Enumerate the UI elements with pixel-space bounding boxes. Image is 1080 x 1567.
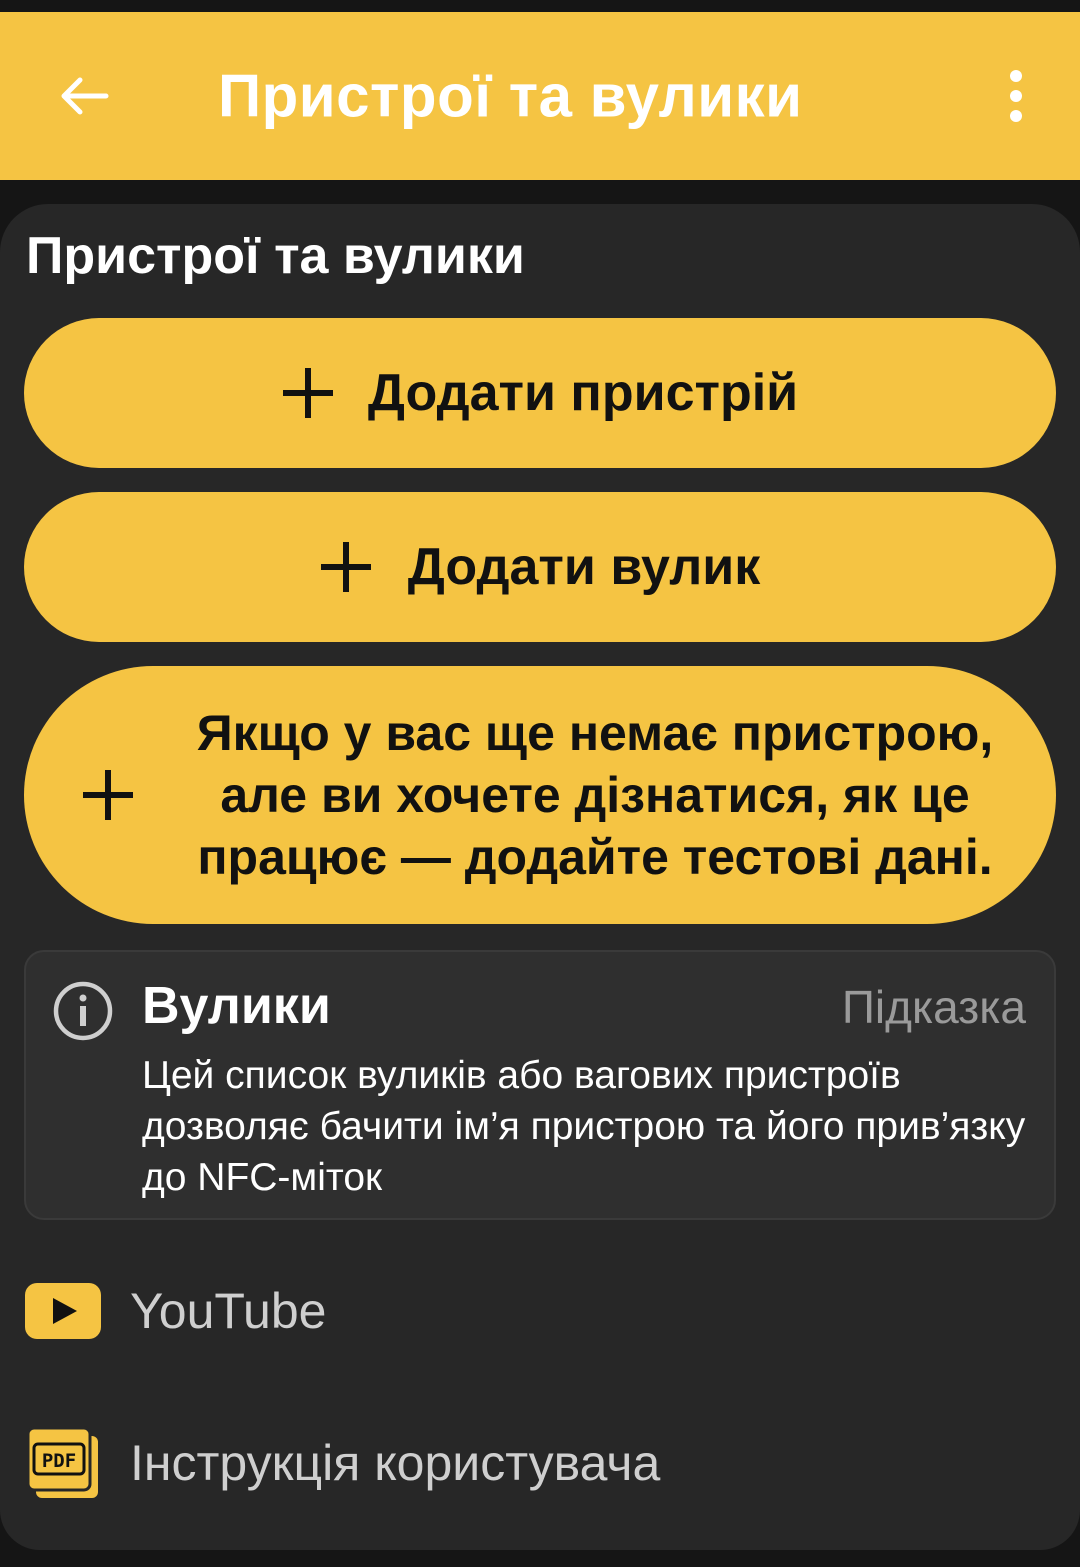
hint-card: Вулики Підказка Цей список вуликів або в… — [24, 950, 1056, 1220]
more-menu-button[interactable] — [992, 60, 1040, 132]
youtube-label: YouTube — [130, 1283, 327, 1339]
user-manual-label: Інструкція користувача — [130, 1435, 661, 1491]
arrow-left-icon — [61, 77, 109, 115]
section-title: Пристрої та вулики — [26, 227, 525, 285]
hint-title: Вулики — [142, 977, 331, 1035]
add-test-data-label: Якщо у вас ще немає пристрою, але ви хоч… — [196, 705, 994, 885]
plus-icon — [320, 541, 372, 593]
add-device-button[interactable]: Додати пристрій — [24, 318, 1056, 468]
add-test-data-button[interactable]: Якщо у вас ще немає пристрою, але ви хоч… — [24, 666, 1056, 924]
add-hive-label: Додати вулик — [407, 538, 761, 596]
info-icon — [53, 981, 113, 1041]
back-button[interactable] — [48, 60, 120, 132]
app-bar-title: Пристрої та вулики — [218, 62, 803, 130]
more-vertical-icon — [1010, 70, 1022, 122]
plus-icon — [82, 769, 134, 821]
pdf-icon: PDF — [24, 1424, 102, 1502]
hint-tag: Підказка — [841, 981, 1026, 1033]
pdf-icon-text: PDF — [42, 1450, 76, 1472]
youtube-icon — [24, 1272, 102, 1350]
youtube-link[interactable]: YouTube — [24, 1256, 1056, 1366]
user-manual-link[interactable]: PDF Інструкція користувача — [24, 1408, 1056, 1518]
status-bar — [0, 0, 1080, 12]
plus-icon — [282, 367, 334, 419]
add-device-label: Додати пристрій — [367, 364, 799, 422]
app-bar: Пристрої та вулики — [0, 12, 1080, 180]
hint-text: Цей список вуликів або вагових пристроїв… — [142, 1054, 1026, 1199]
add-hive-button[interactable]: Додати вулик — [24, 492, 1056, 642]
